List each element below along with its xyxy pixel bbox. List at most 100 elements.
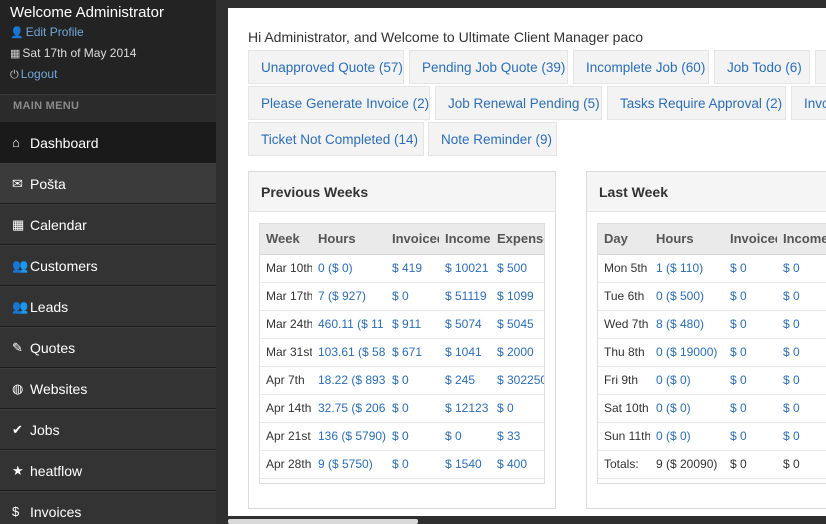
pill-please-generate-invoice[interactable]: Please Generate Invoice (2) [248, 86, 430, 120]
table-row: Apr 21st 136 ($ 5790) $ 0 $ 0 $ 33 [260, 422, 544, 451]
table-cell-link[interactable]: $ 302250 [491, 366, 544, 395]
users-icon: 👥 [12, 298, 29, 314]
row-label: Sat 10th [598, 394, 650, 423]
table-cell-link[interactable]: 0 ($ 0) [650, 422, 724, 451]
table-cell-link[interactable]: 1 ($ 110) [650, 254, 724, 283]
table-cell-link[interactable]: $ 0 [777, 282, 826, 311]
edit-profile-link[interactable]: Edit Profile [26, 25, 84, 39]
greeting-text: Hi Administrator, and Welcome to Ultimat… [248, 29, 644, 45]
table-cell-link[interactable]: 0 ($ 19000) [650, 338, 724, 367]
user-icon: 👤 [10, 27, 24, 39]
power-icon: ⏻ [10, 69, 19, 81]
edit-profile-row[interactable]: 👤 Edit Profile [10, 22, 206, 43]
table-cell-link: $ 0 [724, 450, 777, 479]
table-cell-link[interactable]: $ 0 [777, 366, 826, 395]
sidebar-item-label: heatflow [30, 462, 83, 479]
table-cell-link[interactable]: $ 1041 [439, 338, 491, 367]
table-cell-link[interactable]: $ 0 [386, 366, 439, 395]
table-cell-link[interactable]: $ 0 [777, 338, 826, 367]
table-cell-link[interactable]: $ 0 [777, 310, 826, 339]
sidebar-item-quotes[interactable]: ✎ Quotes [0, 327, 216, 368]
table-cell-link[interactable]: $ 0 [724, 394, 777, 423]
table-cell-link[interactable]: 18.22 ($ 893 [312, 366, 386, 395]
table-cell-link[interactable]: $ 419 [386, 254, 439, 283]
pill-job-renewal-pending[interactable]: Job Renewal Pending (5) [435, 86, 602, 120]
sidebar-item-label: Leads [30, 298, 69, 315]
table-cell-link[interactable]: 136 ($ 5790) [312, 422, 386, 451]
table-cell-link[interactable]: $ 0 [777, 254, 826, 283]
edit-icon: ✎ [12, 339, 23, 355]
table-cell-link[interactable]: 7 ($ 927) [312, 282, 386, 311]
table-cell-link[interactable]: $ 33 [491, 422, 544, 451]
last-week-table-wrap: DayHoursInvoicedIncome Mon 5th1 ($ 110)$… [597, 223, 826, 484]
table-cell-link[interactable]: $ 1540 [439, 450, 491, 479]
table-cell-link[interactable]: $ 0 [724, 254, 777, 283]
sidebar: Welcome Administrator 👤 Edit Profile ▦ Sat… [0, 0, 216, 524]
table-cell-link[interactable]: $ 0 [777, 394, 826, 423]
table-cell-link[interactable]: 0 ($ 0) [650, 366, 724, 395]
pill-job-todo[interactable]: Job Todo (6) [714, 50, 810, 84]
table-cell-link[interactable]: $ 671 [386, 338, 439, 367]
table-cell-link[interactable]: $ 0 [724, 422, 777, 451]
pill-unapproved-quote[interactable]: Unapproved Quote (57) [248, 50, 404, 84]
scrollbar-thumb[interactable] [228, 519, 418, 524]
pill-ticket-not-completed[interactable]: Ticket Not Completed (14) [248, 122, 424, 156]
sidebar-item-heatflow[interactable]: ★ heatflow [0, 450, 216, 491]
table-cell-link[interactable]: 103.61 ($ 58 [312, 338, 386, 367]
pill-tasks-require-approval[interactable]: Tasks Require Approval (2) [607, 86, 786, 120]
table-cell-link[interactable]: $ 400 [491, 450, 544, 479]
sidebar-item-dashboard[interactable]: ⌂ Dashboard [0, 122, 216, 163]
table-cell-link[interactable]: $ 10021 [439, 254, 491, 283]
main-content: Hi Administrator, and Welcome to Ultimat… [228, 8, 826, 524]
table-cell-link[interactable]: $ 51119 [439, 282, 491, 311]
table-cell-link[interactable]: $ 1099 [491, 282, 544, 311]
pill-invoice-overflow[interactable]: Invoi [791, 86, 826, 120]
table-cell-link[interactable]: $ 2000 [491, 338, 544, 367]
table-cell-link[interactable]: $ 5045 [491, 310, 544, 339]
table-cell-link[interactable]: $ 5074 [439, 310, 491, 339]
table-cell-link[interactable]: $ 0 [386, 450, 439, 479]
table-cell-link[interactable]: $ 0 [491, 394, 544, 423]
table-cell-link[interactable]: 460.11 ($ 11 [312, 310, 386, 339]
row-label: Mar 31st [260, 338, 312, 367]
horizontal-scrollbar[interactable] [216, 516, 826, 524]
table-cell-link[interactable]: $ 0 [386, 394, 439, 423]
star-icon: ★ [12, 462, 24, 478]
table-row: Mar 31st 103.61 ($ 58 $ 671 $ 1041 $ 2000 [260, 338, 544, 367]
table-cell-link[interactable]: $ 0 [724, 366, 777, 395]
table-cell-link[interactable]: $ 0 [439, 422, 491, 451]
table-cell-link[interactable]: 0 ($ 500) [650, 282, 724, 311]
table-cell-link[interactable]: $ 0 [724, 282, 777, 311]
pill-pending-job-quote[interactable]: Pending Job Quote (39) [409, 50, 568, 84]
table-cell-link[interactable]: $ 0 [386, 422, 439, 451]
check-icon: ✔ [12, 421, 23, 437]
table-cell-link[interactable]: $ 0 [386, 282, 439, 311]
sidebar-item-calendar[interactable]: ▦ Calendar [0, 204, 216, 245]
sidebar-item-invoices[interactable]: $ Invoices [0, 491, 216, 524]
pill-incomplete-job[interactable]: Incomplete Job (60) [573, 50, 709, 84]
table-cell-link[interactable]: 0 ($ 0) [650, 394, 724, 423]
row-label: Totals: [598, 450, 650, 479]
table-cell-link[interactable]: $ 12123 [439, 394, 491, 423]
logout-row[interactable]: ⏻ Logout [10, 64, 206, 85]
logout-link[interactable]: Logout [21, 67, 58, 81]
sidebar-item-websites[interactable]: ◍ Websites [0, 368, 216, 409]
table-cell-link[interactable]: $ 245 [439, 366, 491, 395]
sidebar-item-jobs[interactable]: ✔ Jobs [0, 409, 216, 450]
table-cell-link[interactable]: 0 ($ 0) [312, 254, 386, 283]
table-cell-link[interactable]: $ 0 [777, 422, 826, 451]
table-cell-link[interactable]: 32.75 ($ 206 [312, 394, 386, 423]
pill-note-reminder[interactable]: Note Reminder (9) [428, 122, 557, 156]
sidebar-item-pošta[interactable]: ✉ Pošta [0, 163, 216, 204]
table-cell-link[interactable]: $ 911 [386, 310, 439, 339]
row-label: Sun 11th [598, 422, 650, 451]
sidebar-item-leads[interactable]: 👥 Leads [0, 286, 216, 327]
sidebar-item-customers[interactable]: 👥 Customers [0, 245, 216, 286]
table-cell-link[interactable]: 9 ($ 5750) [312, 450, 386, 479]
pill-overflow[interactable] [815, 50, 826, 84]
table-cell-link[interactable]: 8 ($ 480) [650, 310, 724, 339]
table-cell-link[interactable]: $ 500 [491, 254, 544, 283]
table-row: Thu 8th 0 ($ 19000) $ 0 $ 0 [598, 338, 826, 367]
table-cell-link[interactable]: $ 0 [724, 310, 777, 339]
table-cell-link[interactable]: $ 0 [724, 338, 777, 367]
